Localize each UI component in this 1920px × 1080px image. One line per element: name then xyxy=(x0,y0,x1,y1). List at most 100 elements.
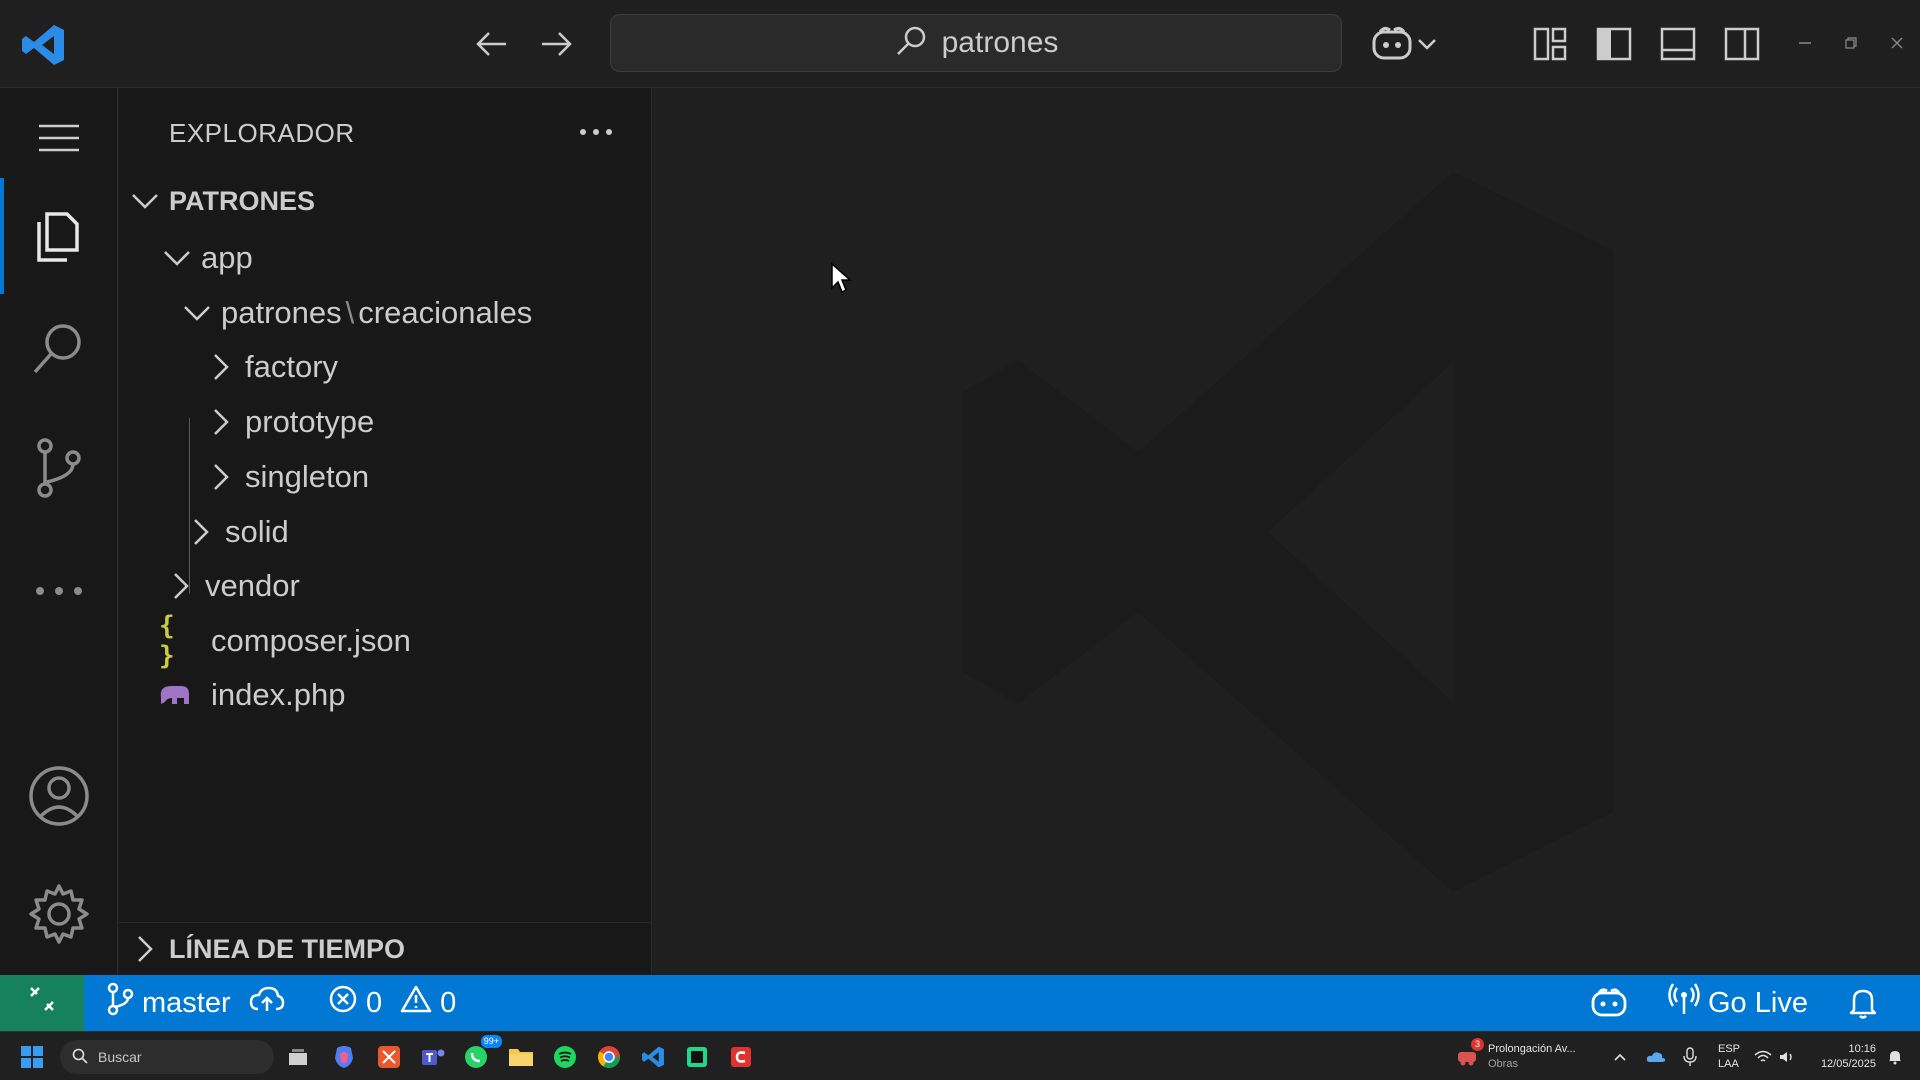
broadcast-icon xyxy=(1668,982,1700,1024)
wifi-icon[interactable] xyxy=(1750,1041,1776,1073)
app-icon-red[interactable] xyxy=(725,1041,757,1073)
toggle-primary-sidebar-icon[interactable] xyxy=(1592,22,1636,66)
tree-item-index-php[interactable]: index.php xyxy=(119,668,652,722)
volume-icon[interactable] xyxy=(1774,1041,1800,1073)
clock-date: 12/05/2025 xyxy=(1820,1058,1876,1070)
command-center-text: patrones xyxy=(941,26,1059,59)
chevron-right-icon xyxy=(205,351,237,383)
taskbar-search-box[interactable]: Buscar xyxy=(60,1040,274,1074)
tree-item-composer-json[interactable]: { } composer.json xyxy=(119,611,652,671)
settings-gear-icon[interactable] xyxy=(0,864,118,964)
chevron-down-icon[interactable] xyxy=(1412,22,1442,66)
explorer-icon[interactable] xyxy=(0,174,118,298)
tree-item-app[interactable]: app xyxy=(119,231,652,285)
cloud-sync-icon[interactable] xyxy=(249,985,285,1021)
tree-item-label: vendor xyxy=(205,568,300,603)
folder-root-header[interactable]: PATRONES xyxy=(119,178,652,224)
chevron-right-icon xyxy=(185,516,217,548)
input-language-variant: LAA xyxy=(1718,1058,1739,1070)
tree-item-label: app xyxy=(201,240,253,275)
tree-item-factory[interactable]: factory xyxy=(119,340,652,394)
menu-icon[interactable] xyxy=(0,88,118,188)
taskbar-search-placeholder: Buscar xyxy=(98,1049,142,1065)
more-icon[interactable] xyxy=(0,541,118,641)
error-count: 0 xyxy=(366,986,383,1019)
tree-item-prototype[interactable]: prototype xyxy=(119,395,652,449)
error-icon xyxy=(328,984,358,1022)
spotify-icon[interactable] xyxy=(549,1041,581,1073)
remote-indicator[interactable] xyxy=(0,975,84,1031)
toggle-panel-icon[interactable] xyxy=(1656,22,1700,66)
search-icon xyxy=(894,24,928,63)
customize-layout-icon[interactable] xyxy=(1528,22,1572,66)
chevron-down-icon xyxy=(129,185,161,217)
notification-title[interactable]: Prolongación Av... xyxy=(1488,1042,1576,1056)
warning-icon xyxy=(400,984,432,1022)
minimize-icon[interactable] xyxy=(1790,30,1820,56)
git-branch-icon xyxy=(106,982,134,1024)
copilot-app-icon[interactable] xyxy=(328,1041,360,1073)
app-icon-green[interactable] xyxy=(681,1041,713,1073)
input-language[interactable]: ESP xyxy=(1718,1042,1740,1056)
windows-taskbar: Buscar 99+ 3 Prolongación Av... Obras ES… xyxy=(0,1031,1920,1080)
teams-icon[interactable] xyxy=(417,1041,449,1073)
timeline-section-header[interactable]: LÍNEA DE TIEMPO xyxy=(119,922,652,975)
chevron-down-icon xyxy=(181,297,213,329)
close-icon[interactable] xyxy=(1882,30,1912,56)
notification-subtitle: Obras xyxy=(1488,1058,1518,1070)
activity-bar xyxy=(0,88,118,975)
chrome-icon[interactable] xyxy=(593,1041,625,1073)
sidebar-title: EXPLORADOR xyxy=(169,118,355,148)
go-live-label: Go Live xyxy=(1708,986,1808,1019)
problems-indicator[interactable]: 0 0 xyxy=(328,975,456,1031)
whatsapp-icon[interactable]: 99+ xyxy=(460,1035,502,1073)
tree-item-patrones-creacionales[interactable]: patrones \ creacionales xyxy=(119,286,652,340)
back-arrow-icon[interactable] xyxy=(472,26,512,62)
vscode-taskbar-icon[interactable] xyxy=(637,1041,669,1073)
json-file-icon: { } xyxy=(159,611,175,671)
php-elephant-icon xyxy=(157,682,205,708)
tray-chevron-up-icon[interactable] xyxy=(1610,1041,1630,1073)
tree-item-vendor[interactable]: vendor xyxy=(119,559,652,613)
command-center-search[interactable]: patrones xyxy=(610,14,1342,72)
onedrive-icon[interactable] xyxy=(1644,1041,1668,1073)
branch-indicator[interactable]: master xyxy=(106,975,285,1031)
tree-item-solid[interactable]: solid xyxy=(119,505,652,559)
search-icon[interactable] xyxy=(0,298,118,398)
notification-app-icon[interactable]: 3 xyxy=(1454,1038,1484,1069)
notification-center-icon[interactable] xyxy=(1884,1041,1906,1073)
tree-item-singleton[interactable]: singleton xyxy=(119,450,652,504)
tree-item-label: composer.json xyxy=(211,623,411,658)
tree-item-label: creacionales xyxy=(358,295,533,330)
forward-arrow-icon[interactable] xyxy=(536,26,576,62)
notifications-bell-icon[interactable] xyxy=(1848,975,1878,1031)
accounts-icon[interactable] xyxy=(0,746,118,846)
windows-start-icon[interactable] xyxy=(16,1041,48,1073)
chevron-down-icon xyxy=(161,242,193,274)
tree-item-label: singleton xyxy=(245,459,370,494)
whatsapp-badge: 99+ xyxy=(480,1035,502,1048)
more-actions-icon[interactable] xyxy=(574,114,618,150)
source-control-icon[interactable] xyxy=(0,418,118,518)
copilot-icon[interactable] xyxy=(1370,22,1414,66)
microphone-icon[interactable] xyxy=(1678,1041,1702,1073)
task-view-icon[interactable] xyxy=(282,1041,314,1073)
clock-time[interactable]: 10:16 xyxy=(1832,1042,1876,1056)
tree-item-label: factory xyxy=(245,349,339,384)
toggle-secondary-sidebar-icon[interactable] xyxy=(1720,22,1764,66)
chevron-right-icon xyxy=(205,406,237,438)
branch-name: master xyxy=(142,986,231,1019)
restore-icon[interactable] xyxy=(1836,30,1866,56)
search-icon xyxy=(72,1048,88,1067)
app-icon-orange[interactable] xyxy=(373,1041,405,1073)
tree-item-label: solid xyxy=(225,514,289,549)
tree-item-label: prototype xyxy=(245,404,375,439)
editor-area[interactable] xyxy=(653,88,1920,975)
go-live-button[interactable]: Go Live xyxy=(1668,975,1808,1031)
mouse-cursor-icon xyxy=(831,262,852,294)
explorer-sidebar: EXPLORADOR PATRONES app patrones \ creac… xyxy=(119,88,652,975)
copilot-status-icon[interactable] xyxy=(1590,975,1628,1031)
timeline-label: LÍNEA DE TIEMPO xyxy=(169,933,406,964)
warning-count: 0 xyxy=(440,986,457,1019)
file-explorer-icon[interactable] xyxy=(505,1041,537,1073)
